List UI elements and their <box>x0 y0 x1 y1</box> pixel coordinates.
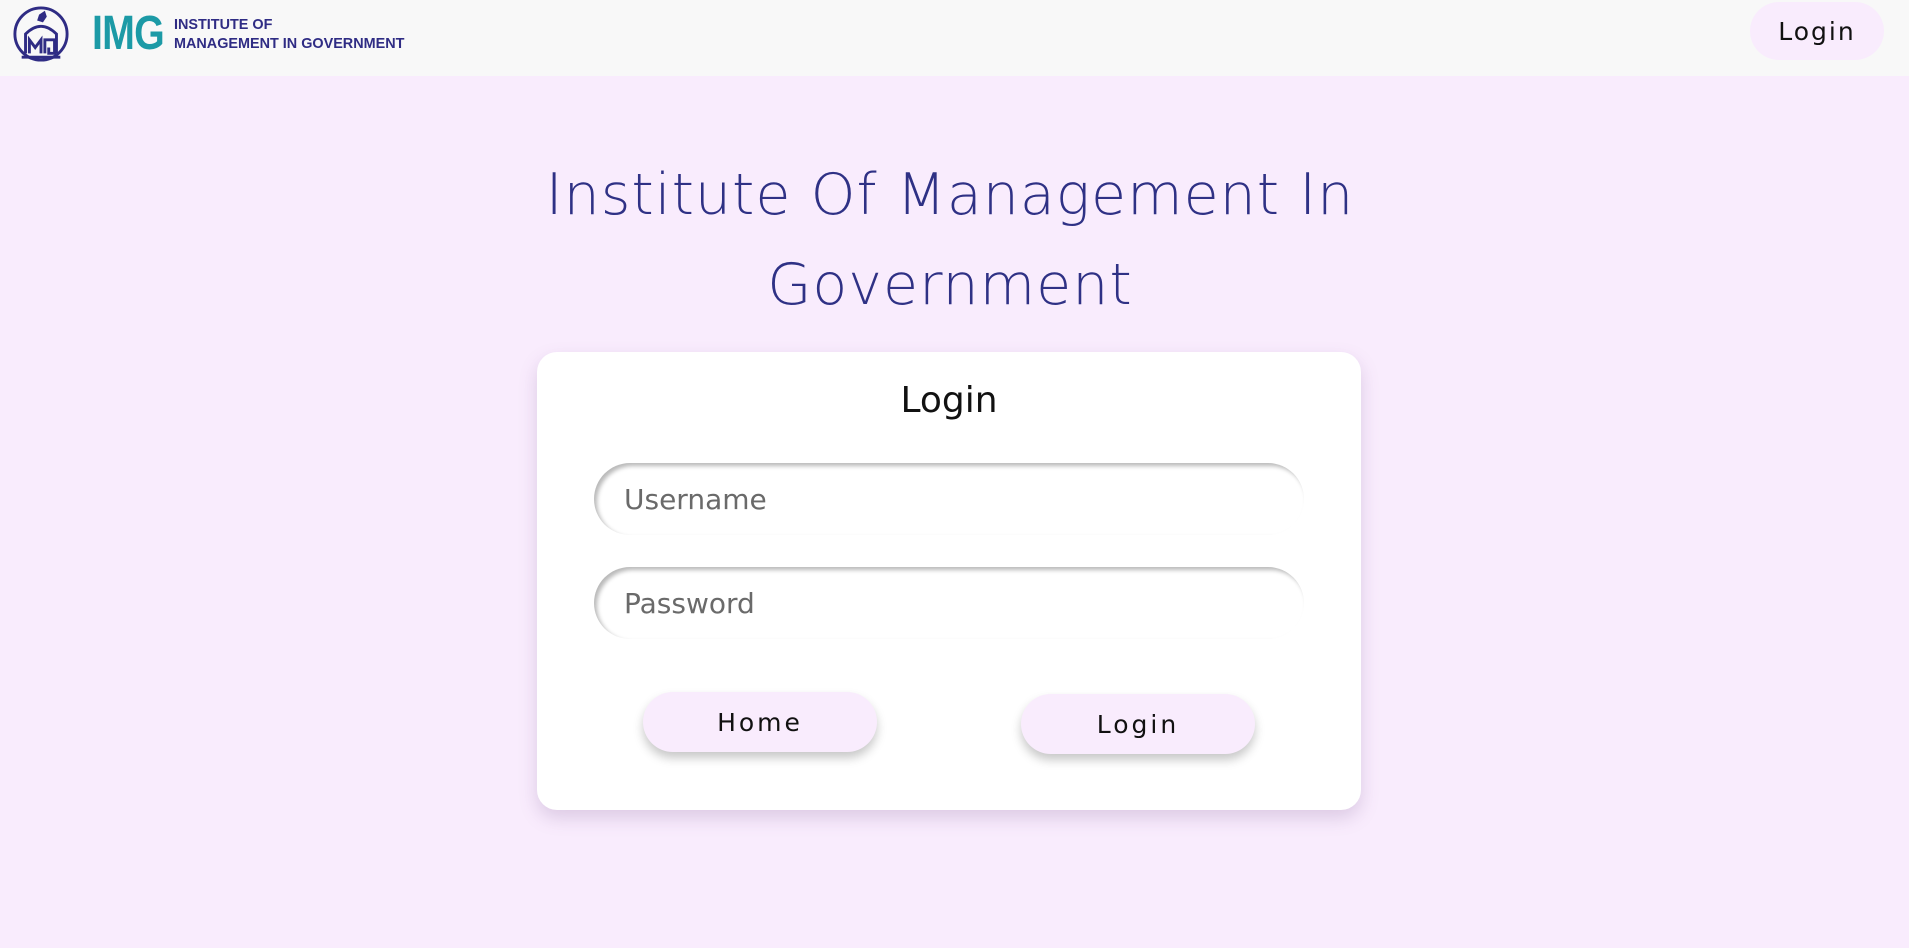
logo-abbr: IMG <box>92 7 165 60</box>
username-input[interactable] <box>594 463 1304 535</box>
page-title: Institute Of Management In Government <box>545 162 1355 318</box>
logo-line-1: INSTITUTE OF <box>173 16 273 33</box>
login-card-title: Login <box>900 380 998 421</box>
password-input[interactable] <box>594 567 1304 639</box>
logo[interactable]: IMG INSTITUTE OF MANAGEMENT IN GOVERNMEN… <box>12 6 414 62</box>
img-emblem-icon <box>13 6 69 62</box>
logo-line-2: MANAGEMENT IN GOVERNMENT <box>173 35 405 52</box>
nav-login-button[interactable]: Login <box>1750 2 1884 60</box>
navbar: IMG INSTITUTE OF MANAGEMENT IN GOVERNMEN… <box>0 0 1909 76</box>
login-submit-button[interactable]: Login <box>1021 694 1255 754</box>
login-card: Login Home Login <box>537 352 1361 810</box>
home-button[interactable]: Home <box>643 692 877 752</box>
logo-text: INSTITUTE OF MANAGEMENT IN GOVERNMENT <box>174 15 404 53</box>
